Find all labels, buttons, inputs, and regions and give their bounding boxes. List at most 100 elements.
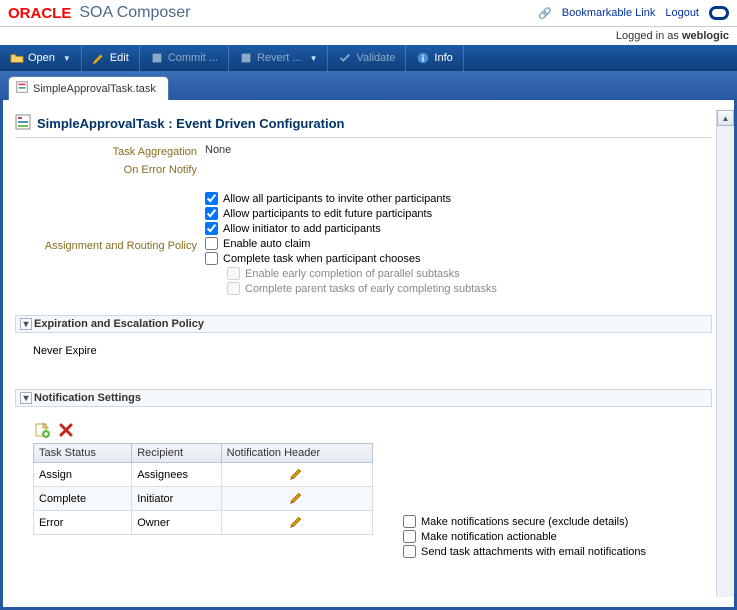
main-toolbar: Open ▼ Edit Commit ... Revert ... ▼ Vali… [0,45,737,71]
cb-complete-parent-input [227,282,240,295]
notification-body: Task Status Recipient Notification Heade… [15,407,712,570]
page-title: SimpleApprovalTask : Event Driven Config… [37,116,344,131]
cell-recipient: Owner [132,511,221,535]
col-recipient[interactable]: Recipient [132,444,221,463]
notification-title: Notification Settings [34,392,141,404]
cb-complete-choose[interactable]: Complete task when participant chooses [205,252,497,265]
edit-button[interactable]: Edit [82,45,140,71]
scroll-up-button[interactable]: ▲ [717,110,734,126]
delete-row-button[interactable] [57,421,75,439]
notification-options: Make notifications secure (exclude detai… [403,515,694,558]
content-area: SimpleApprovalTask : Event Driven Config… [0,100,737,610]
revert-icon [239,51,253,65]
notification-toolbar [33,419,694,443]
cell-recipient: Initiator [132,487,221,511]
cb-actionable[interactable]: Make notification actionable [403,530,694,543]
cb-auto-claim[interactable]: Enable auto claim [205,237,497,250]
cb-complete-parent-label: Complete parent tasks of early completin… [245,283,497,295]
commit-icon [150,51,164,65]
pencil-icon[interactable] [290,471,304,483]
vertical-scrollbar[interactable]: ▲ [716,110,734,597]
pencil-icon[interactable] [290,495,304,507]
cb-attachments[interactable]: Send task attachments with email notific… [403,545,694,558]
cell-edit[interactable] [221,511,372,535]
top-fields: Task Aggregation None On Error Notify [15,144,712,176]
cb-initiator-add-label: Allow initiator to add participants [223,223,381,235]
expiration-header[interactable]: ▾ Expiration and Escalation Policy [15,315,712,333]
app-header: ORACLE SOA Composer 🔗 Bookmarkable Link … [0,0,737,27]
notification-table: Task Status Recipient Notification Heade… [33,443,373,535]
cb-auto-claim-input[interactable] [205,237,218,250]
cell-status: Error [34,511,132,535]
add-row-button[interactable] [33,421,51,439]
routing-checkboxes: Allow all participants to invite other p… [205,192,497,295]
cb-invite-label: Allow all participants to invite other p… [223,193,451,205]
expiration-body: Never Expire [15,333,712,369]
task-file-icon [15,80,29,97]
cb-complete-choose-label: Complete task when participant chooses [223,253,421,265]
pencil-icon[interactable] [290,519,304,531]
cb-attachments-input[interactable] [403,545,416,558]
col-notif-header[interactable]: Notification Header [221,444,372,463]
table-row[interactable]: Complete Initiator [34,487,373,511]
tab-label: SimpleApprovalTask.task [33,83,156,95]
cb-initiator-add[interactable]: Allow initiator to add participants [205,222,497,235]
cell-edit[interactable] [221,487,372,511]
info-label: Info [434,52,452,64]
open-menu[interactable]: Open ▼ [0,45,82,71]
open-label: Open [28,52,55,64]
revert-label: Revert ... [257,52,302,64]
cb-complete-parent: Complete parent tasks of early completin… [227,282,497,295]
cb-edit-future-input[interactable] [205,207,218,220]
task-agg-value: None [205,144,231,156]
cb-complete-choose-input[interactable] [205,252,218,265]
cb-initiator-add-input[interactable] [205,222,218,235]
divider [15,137,712,138]
collapse-toggle-icon[interactable]: ▾ [20,318,32,330]
cb-auto-claim-label: Enable auto claim [223,238,310,250]
cb-attachments-label: Send task attachments with email notific… [421,546,646,558]
col-task-status[interactable]: Task Status [34,444,132,463]
cb-invite-input[interactable] [205,192,218,205]
file-tab[interactable]: SimpleApprovalTask.task [8,76,169,100]
commit-label: Commit ... [168,52,218,64]
bookmark-link[interactable]: Bookmarkable Link [562,7,656,19]
validate-label: Validate [356,52,395,64]
chevron-down-icon: ▼ [310,54,318,63]
logout-link[interactable]: Logout [665,7,699,19]
task-icon [15,114,31,133]
cb-edit-future[interactable]: Allow participants to edit future partic… [205,207,497,220]
page-title-row: SimpleApprovalTask : Event Driven Config… [15,110,712,137]
info-button[interactable]: i Info [406,45,463,71]
cb-early-completion-label: Enable early completion of parallel subt… [245,268,460,280]
commit-button: Commit ... [140,45,229,71]
tab-bar: SimpleApprovalTask.task [0,71,737,100]
collapse-toggle-icon[interactable]: ▾ [20,392,32,404]
check-icon [338,51,352,65]
cb-invite[interactable]: Allow all participants to invite other p… [205,192,497,205]
cb-secure[interactable]: Make notifications secure (exclude detai… [403,515,694,528]
table-row[interactable]: Error Owner [34,511,373,535]
table-row[interactable]: Assign Assignees [34,463,373,487]
edit-label: Edit [110,52,129,64]
logged-in-status: Logged in as weblogic [0,27,737,45]
notification-header[interactable]: ▾ Notification Settings [15,389,712,407]
folder-open-icon [10,51,24,65]
cb-secure-input[interactable] [403,515,416,528]
cb-actionable-input[interactable] [403,530,416,543]
cell-edit[interactable] [221,463,372,487]
link-icon: 🔗 [538,7,552,20]
cell-status: Complete [34,487,132,511]
logo-area: ORACLE SOA Composer [8,4,191,22]
expiration-title: Expiration and Escalation Policy [34,318,204,330]
content-inner: SimpleApprovalTask : Event Driven Config… [15,110,716,597]
pencil-icon [92,51,106,65]
routing-row: Assignment and Routing Policy Allow all … [15,192,712,295]
svg-text:i: i [422,54,424,64]
validate-button: Validate [328,45,406,71]
product-name: SOA Composer [79,4,190,22]
cell-recipient: Assignees [132,463,221,487]
cb-edit-future-label: Allow participants to edit future partic… [223,208,432,220]
cb-early-completion: Enable early completion of parallel subt… [227,267,497,280]
expiration-section: ▾ Expiration and Escalation Policy Never… [15,315,712,369]
